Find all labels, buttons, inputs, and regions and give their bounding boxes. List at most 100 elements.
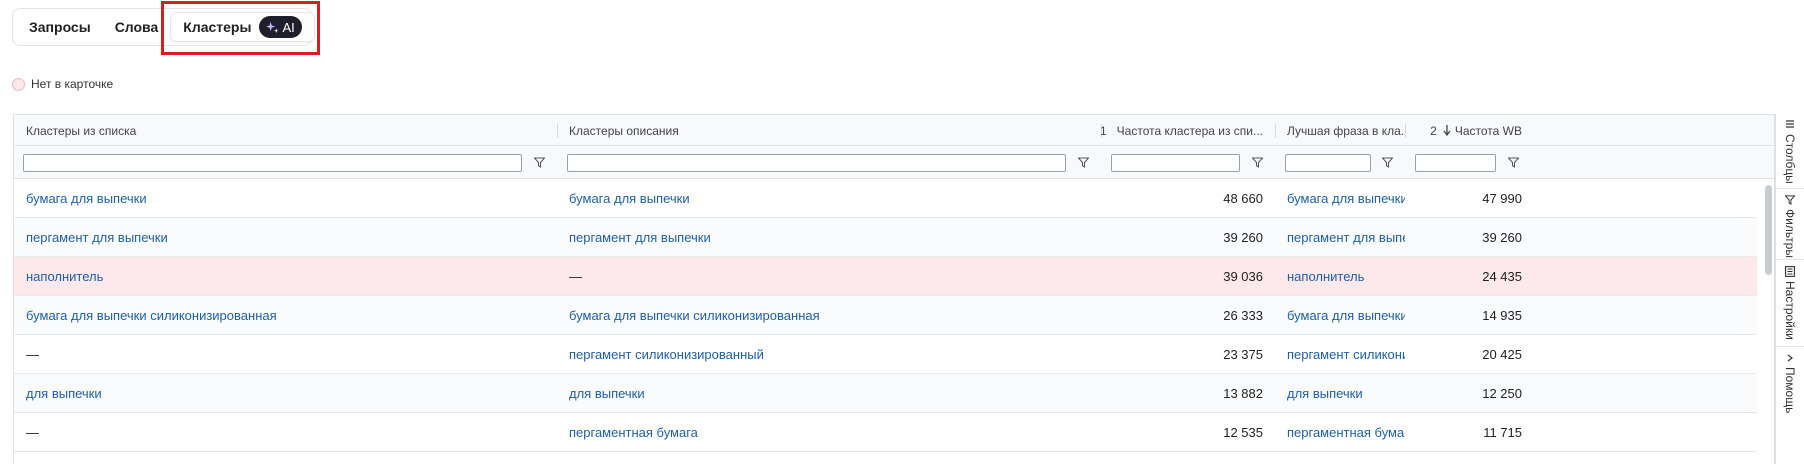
column-header-wb-freq[interactable]: 2 Частота WB [1405,115,1534,146]
cell-value: 23 375 [1223,346,1263,362]
side-tab-help[interactable]: Помощь [1776,347,1804,464]
filter-icon[interactable] [1380,155,1394,169]
cell-wb-freq: 20 425 [1405,335,1534,373]
filter-input-best-phrase[interactable] [1285,153,1371,172]
side-tab-filters[interactable]: Фильтры [1776,189,1804,260]
table-row[interactable]: — пергаментная бумага 12 535 пергаментная б… [14,413,1757,452]
legend: Нет в карточке [12,77,113,91]
cell-desc-cluster[interactable]: пергаментная бумага [557,413,1101,451]
cell-list-cluster[interactable]: для выпечки [14,374,557,412]
cluster-link[interactable]: бумага для выпечки [1287,191,1405,206]
vertical-scrollbar[interactable] [1764,181,1773,464]
side-tab-columns[interactable]: Столбцы [1776,114,1804,189]
sort-order-number: 1 [1101,124,1107,138]
filter-row [14,146,1774,179]
cell-value: — [26,346,39,362]
cluster-link[interactable]: пергамент силикониз [1287,347,1405,362]
cell-list-cluster[interactable]: пергамент для выпечки [14,218,557,256]
cluster-link[interactable]: бумага для выпечки силиконизированная [26,308,277,323]
filter-icon[interactable] [1250,155,1264,169]
cluster-link[interactable]: пергаментная бумага [1287,425,1405,440]
filter-icon[interactable] [1076,155,1090,169]
cluster-link[interactable]: пергамент для выпечки [26,230,168,245]
cell-value: 39 036 [1223,268,1263,284]
column-header-list-clusters[interactable]: Кластеры из списка [14,115,557,146]
cell-desc-cluster[interactable]: пергамент для выпечки [557,218,1101,256]
table-header: Кластеры из списка Кластеры описания 1 Ч… [14,115,1774,146]
cell-best-phrase[interactable]: для выпечки [1275,374,1405,412]
filter-cell [1415,146,1496,179]
cell-cluster-freq: 48 660 [1101,179,1275,217]
cluster-link[interactable]: наполнитель [26,269,103,284]
cell-list-cluster[interactable]: бумага для выпечки [14,179,557,217]
filter-input-wb-freq[interactable] [1415,153,1496,172]
cluster-link[interactable]: пергамент для выпеч [1287,230,1405,245]
column-header-label: Лучшая фраза в кла... [1287,123,1405,138]
cell-best-phrase[interactable]: пергаментная бумага [1275,413,1405,451]
cell-list-cluster: — [14,413,557,451]
cell-value: 26 333 [1223,307,1263,323]
filter-input-list-clusters[interactable] [23,153,522,172]
side-tab-settings[interactable]: Настройки [1776,260,1804,347]
cluster-link[interactable]: пергамент для выпечки [569,230,711,245]
columns-icon [1786,120,1794,128]
table-row[interactable]: — пергамент силиконизированный 23 375 перга… [14,335,1757,374]
cell-cluster-freq: 39 036 [1101,257,1275,295]
cell-desc-cluster[interactable]: пергамент силиконизированный [557,335,1101,373]
clusters-table: Кластеры из списка Кластеры описания 1 Ч… [13,114,1775,464]
column-header-label: Частота WB [1454,123,1522,138]
cluster-link[interactable]: для выпечки [1287,386,1363,401]
cluster-link[interactable]: бумага для выпечки с [1287,308,1405,323]
column-header-best-phrase[interactable]: Лучшая фраза в кла... [1275,115,1405,146]
filter-input-desc-clusters[interactable] [567,153,1066,172]
column-header-desc-clusters[interactable]: Кластеры описания [557,115,1101,146]
side-tab-label: Настройки [1783,281,1797,340]
cluster-link[interactable]: наполнитель [1287,269,1364,284]
filter-input-cluster-freq[interactable] [1111,153,1240,172]
side-tab-label: Столбцы [1783,134,1797,184]
cell-desc-cluster[interactable]: для выпечки [557,374,1101,412]
cluster-link[interactable]: для выпечки [569,386,645,401]
table-body: бумага для выпечки бумага для выпечки 48 6… [14,179,1757,452]
column-header-cluster-freq[interactable]: 1 Частота кластера из спи... [1101,115,1275,146]
side-panel: Столбцы Фильтры Настройки Помощь [1775,114,1804,464]
table-row[interactable]: бумага для выпечки бумага для выпечки 48 6… [14,179,1757,218]
cell-wb-freq: 14 935 [1405,296,1534,334]
filter-cell [1285,146,1371,179]
cluster-link[interactable]: бумага для выпечки [26,191,147,206]
settings-icon [1785,266,1795,277]
cell-list-cluster[interactable]: бумага для выпечки силиконизированная [14,296,557,334]
sort-order-number: 2 [1430,123,1437,138]
highlight-frame [161,1,320,55]
cluster-link[interactable]: пергаментная бумага [569,425,698,440]
filter-cell [23,146,522,179]
cell-desc-cluster: — [557,257,1101,295]
sort-desc-icon [1443,125,1451,136]
table-row[interactable]: для выпечки для выпечки 13 882 для выпечки 1… [14,374,1757,413]
cell-desc-cluster[interactable]: бумага для выпечки силиконизированная [557,296,1101,334]
cell-best-phrase[interactable]: пергамент силикониз [1275,335,1405,373]
cell-best-phrase[interactable]: бумага для выпечки с [1275,296,1405,334]
cluster-link[interactable]: для выпечки [26,386,102,401]
cell-best-phrase[interactable]: бумага для выпечки [1275,179,1405,217]
cell-cluster-freq: 12 535 [1101,413,1275,451]
cell-wb-freq: 11 715 [1405,413,1534,451]
filter-icon[interactable] [532,155,546,169]
table-row[interactable]: пергамент для выпечки пергамент для выпеч… [14,218,1757,257]
cluster-link[interactable]: бумага для выпечки силиконизированная [569,308,820,323]
scrollbar-thumb[interactable] [1765,185,1772,275]
cell-value: 20 425 [1482,346,1522,362]
table-row[interactable]: бумага для выпечки силиконизированная бум… [14,296,1757,335]
cell-best-phrase[interactable]: наполнитель [1275,257,1405,295]
cell-list-cluster[interactable]: наполнитель [14,257,557,295]
table-row[interactable]: наполнитель — 39 036 наполнитель 24 435 [14,257,1757,296]
cell-best-phrase[interactable]: пергамент для выпеч [1275,218,1405,256]
filter-icon[interactable] [1506,155,1520,169]
missing-indicator-dot [12,77,25,91]
cluster-link[interactable]: бумага для выпечки [569,191,690,206]
cell-value: 14 935 [1482,307,1522,323]
cluster-link[interactable]: пергамент силиконизированный [569,347,764,362]
filter-cell [567,146,1066,179]
cell-desc-cluster[interactable]: бумага для выпечки [557,179,1101,217]
tab-queries[interactable]: Запросы [17,12,103,42]
